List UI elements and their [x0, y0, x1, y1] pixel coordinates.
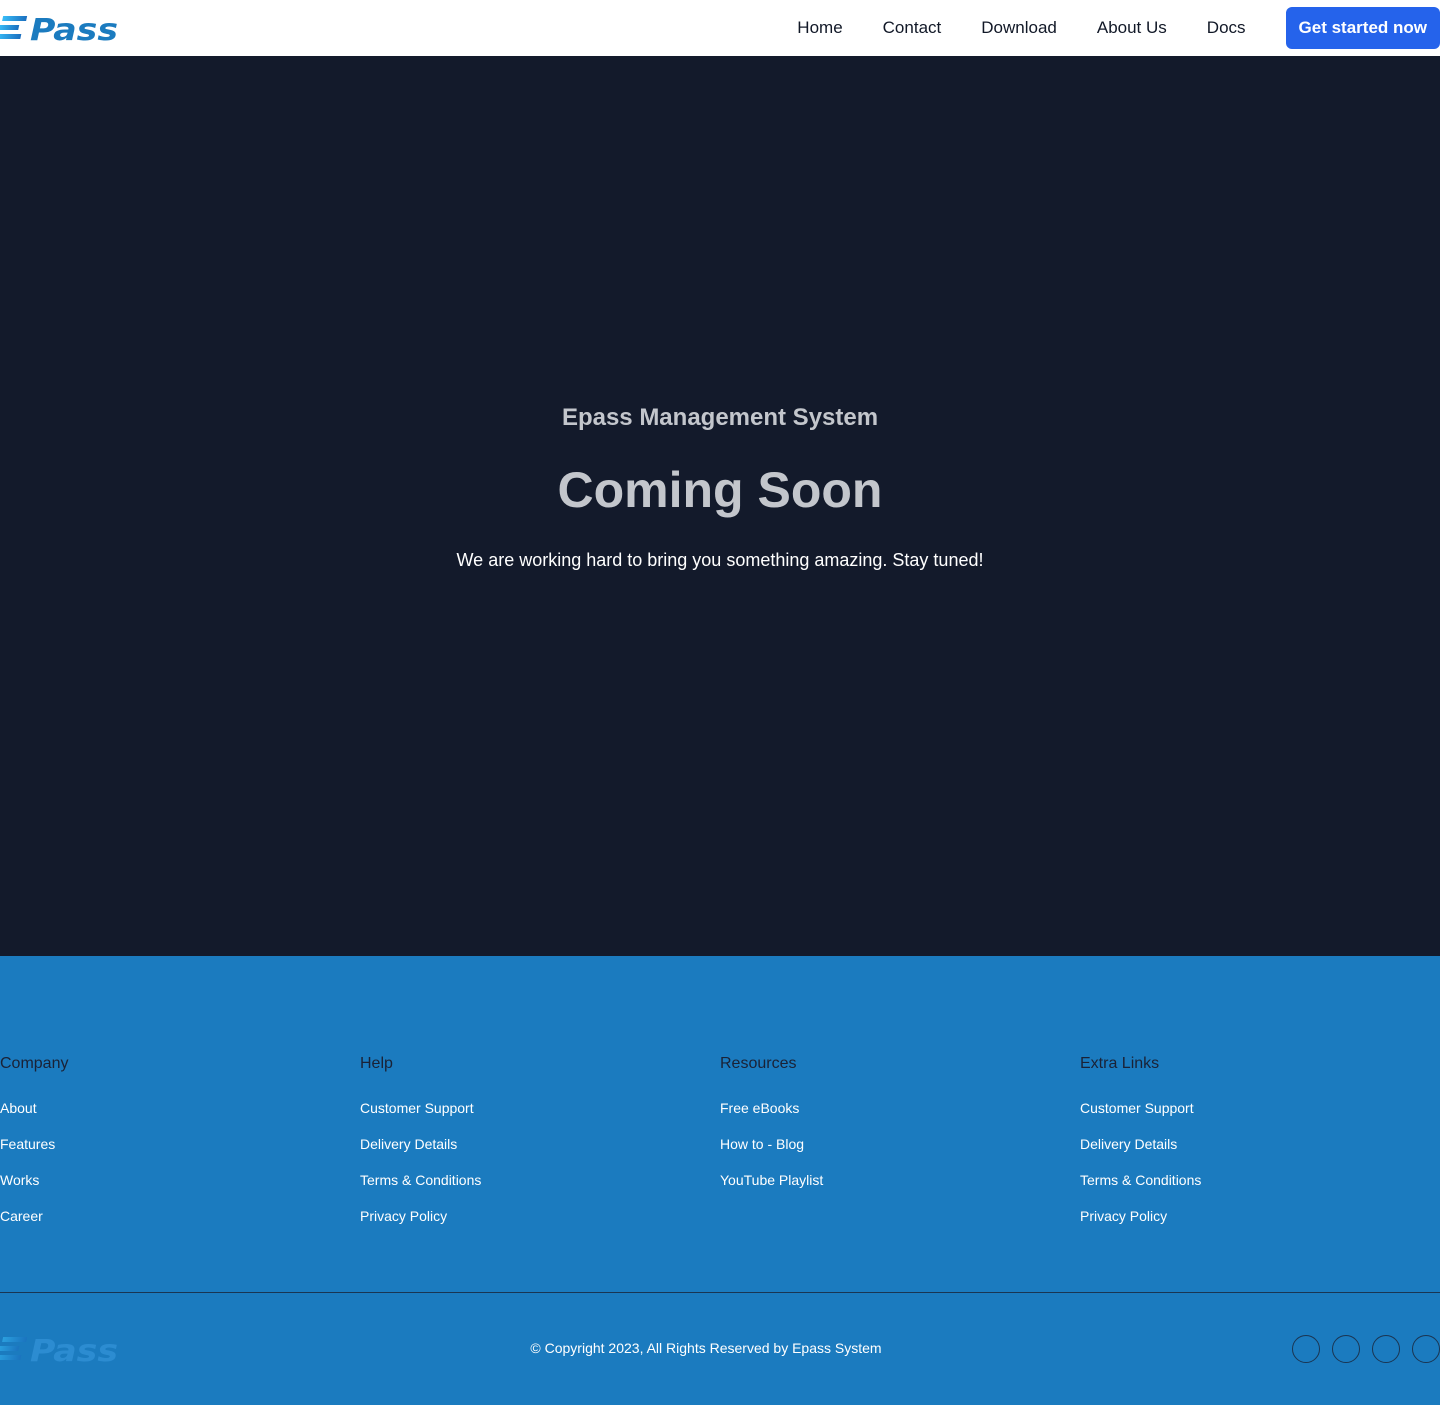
nav-links: Home Contact Download About Us Docs Get …	[797, 7, 1440, 49]
footer-link-delivery-details[interactable]: Delivery Details	[1080, 1134, 1440, 1170]
footer-link-works[interactable]: Works	[0, 1170, 360, 1206]
footer-link-terms[interactable]: Terms & Conditions	[360, 1170, 720, 1206]
footer-heading: Company	[0, 1055, 69, 1072]
footer-link-delivery-details[interactable]: Delivery Details	[360, 1134, 720, 1170]
get-started-button[interactable]: Get started now	[1285, 7, 1440, 49]
social-links	[1280, 1335, 1440, 1363]
hero-section: Epass Management System Coming Soon We a…	[0, 56, 1440, 956]
hero-text: We are working hard to bring you somethi…	[456, 550, 984, 570]
footer-link-features[interactable]: Features	[0, 1134, 360, 1170]
footer-columns: Company About Features Works Career Help…	[0, 1054, 1440, 1242]
epass-logo[interactable]: Pass	[0, 12, 120, 44]
nav-link-about-us[interactable]: About Us	[1097, 18, 1167, 38]
nav-link-contact[interactable]: Contact	[883, 18, 942, 38]
footer-column-resources: Resources Free eBooks How to - Blog YouT…	[720, 1054, 1080, 1242]
footer-column-help: Help Customer Support Delivery Details T…	[360, 1054, 720, 1242]
footer-heading: Help	[360, 1055, 393, 1072]
social-icon-3[interactable]	[1372, 1335, 1400, 1363]
svg-text:Pass: Pass	[30, 13, 118, 44]
nav-link-download[interactable]: Download	[981, 18, 1057, 38]
footer-heading: Extra Links	[1080, 1055, 1160, 1072]
navbar: Pass Home Contact Download About Us Docs…	[0, 0, 1440, 56]
footer-link-terms[interactable]: Terms & Conditions	[1080, 1170, 1440, 1206]
footer-column-company: Company About Features Works Career	[0, 1054, 360, 1242]
nav-link-docs[interactable]: Docs	[1207, 18, 1246, 38]
footer-link-customer-support[interactable]: Customer Support	[1080, 1098, 1440, 1134]
footer-link-customer-support[interactable]: Customer Support	[360, 1098, 720, 1134]
footer-divider	[0, 1292, 1440, 1293]
footer-link-ebooks[interactable]: Free eBooks	[720, 1098, 1080, 1134]
social-icon-2[interactable]	[1332, 1335, 1360, 1363]
footer-link-privacy[interactable]: Privacy Policy	[1080, 1206, 1440, 1242]
footer-link-blog[interactable]: How to - Blog	[720, 1134, 1080, 1170]
social-icon-1[interactable]	[1292, 1335, 1320, 1363]
social-icon-4[interactable]	[1412, 1335, 1440, 1363]
copyright-text: © Copyright 2023, All Rights Reserved by…	[530, 1340, 882, 1356]
footer-link-about[interactable]: About	[0, 1098, 360, 1134]
footer-link-privacy[interactable]: Privacy Policy	[360, 1206, 720, 1242]
footer-column-extra-links: Extra Links Customer Support Delivery De…	[1080, 1054, 1440, 1242]
footer-link-career[interactable]: Career	[0, 1206, 360, 1242]
nav-link-home[interactable]: Home	[797, 18, 842, 38]
footer: Company About Features Works Career Help…	[0, 956, 1440, 1405]
hero-title: Coming Soon	[557, 462, 883, 518]
footer-heading: Resources	[720, 1055, 797, 1072]
hero-subtitle: Epass Management System	[561, 404, 879, 431]
footer-link-youtube[interactable]: YouTube Playlist	[720, 1170, 1080, 1206]
